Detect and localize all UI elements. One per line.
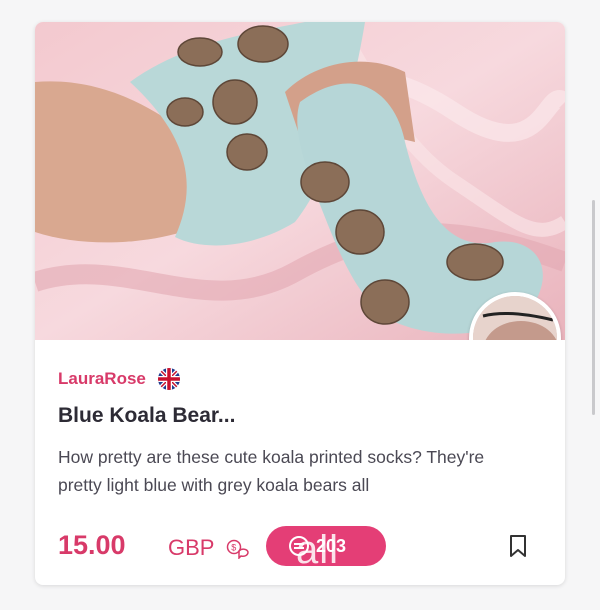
bookmark-icon[interactable]: [508, 534, 528, 558]
price-amount: 15.00: [58, 530, 126, 560]
listing-description: How pretty are these cute koala printed …: [58, 447, 485, 495]
listing-card[interactable]: LauraRose Blue Koala Bear... How pretty …: [35, 22, 565, 585]
make-offer-icon[interactable]: $: [226, 539, 250, 559]
scrollbar[interactable]: [592, 200, 595, 415]
svg-text:$: $: [231, 543, 236, 553]
listing-photo[interactable]: [35, 22, 565, 340]
listing-title[interactable]: Blue Koala Bear...: [58, 404, 542, 428]
price-currency: GBP: [168, 535, 215, 560]
seller-name[interactable]: LauraRose: [58, 369, 146, 389]
uk-flag-icon: [157, 368, 180, 390]
watermark-text: all: [296, 528, 340, 572]
